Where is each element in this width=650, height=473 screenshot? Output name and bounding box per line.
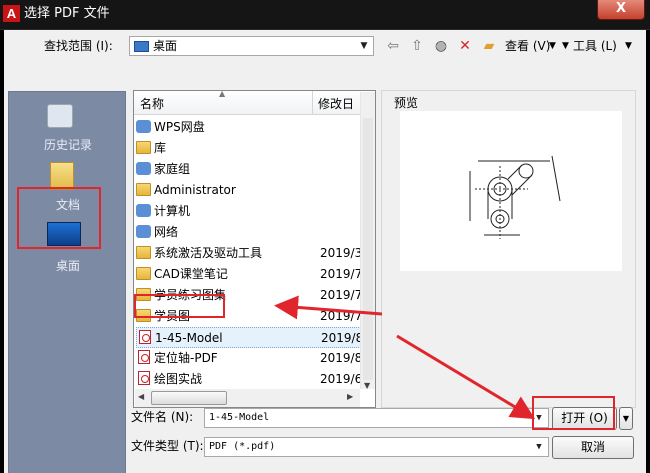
autocad-logo-icon: A [3, 5, 20, 22]
window-title: 选择 PDF 文件 [24, 6, 110, 21]
close-button[interactable]: X [597, 0, 645, 20]
annotation-arrows [274, 295, 536, 420]
arrow-to-file [274, 295, 383, 320]
dialog-body: 查找范围 (I): 桌面 ▼ ⇦ ⇧ ◍ ✕ ▰ 查看 (V) ▼ ▼ 工具 (… [4, 30, 646, 473]
title-bar: A 选择 PDF 文件 X [0, 0, 650, 30]
arrow-to-open [396, 334, 536, 420]
